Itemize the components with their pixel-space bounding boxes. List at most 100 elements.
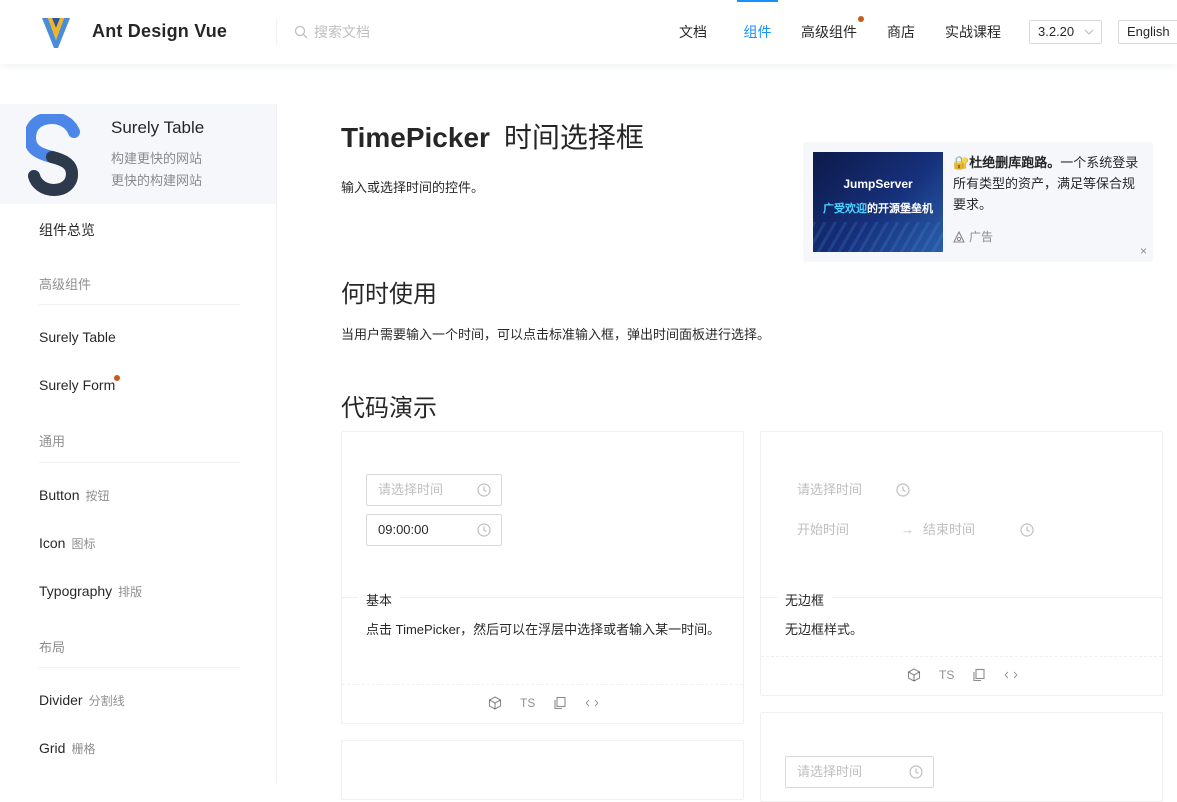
clock-icon [477,483,491,497]
time-picker-placeholder: 请选择时间 [797,482,863,497]
page-lead: 输入或选择时间的控件。 [341,180,485,195]
sidebar-item-label: Typography [39,583,113,599]
sidebar-item-grid[interactable]: Grid 栅格 [39,740,95,757]
surely-table-promo[interactable]: Surely Table 构建更快的网站 更快的构建网站 [0,104,276,204]
search-box[interactable]: 搜索文档 [294,22,370,42]
codesandbox-icon[interactable] [488,696,502,710]
sidebar-item-surely-table[interactable]: Surely Table [39,329,116,345]
copy-icon[interactable] [972,668,986,682]
clock-icon [896,483,910,497]
clock-icon [477,523,491,537]
ad-headline: 杜绝删库跑路。 [969,155,1061,170]
page-title-en: TimePicker [341,122,490,153]
demo-description: 点击 TimePicker，然后可以在浮层中选择或者输入某一时间。 [366,622,721,637]
time-picker[interactable]: 请选择时间 [785,756,934,788]
section-when-to-use: 何时使用 [341,281,437,308]
sidebar-item-typography[interactable]: Typography 排版 [39,583,142,600]
new-badge-dot [858,16,864,22]
sidebar-item-icon[interactable]: Icon 图标 [39,535,95,552]
ad-tag-label: 广告 [969,230,994,244]
range-end-placeholder[interactable]: 结束时间 [923,515,975,545]
sidebar-divider [39,667,240,668]
nav-docs[interactable]: 文档 [679,0,707,64]
time-picker-placeholder: 请选择时间 [797,764,863,779]
demo-actions: TS [488,696,599,710]
sidebar-group-general: 通用 [39,434,66,449]
ad-image[interactable]: JumpServer 广受欢迎的开源堡垒机 [813,152,943,252]
surely-table-logo [26,114,80,196]
nav-advanced-components[interactable]: 高级组件 [801,0,857,64]
ad-image-brand: JumpServer [843,177,913,191]
sidebar-group-advanced: 高级组件 [39,277,92,292]
language-button[interactable]: English [1118,20,1177,44]
version-select[interactable]: 3.2.20 [1029,20,1102,44]
demo-card-basic: 请选择时间 09:00:00 基本 点击 TimePicker，然后可以在浮层中… [341,431,744,724]
promo-title: Surely Table [111,118,205,137]
demo-title[interactable]: 无边框 [777,590,833,609]
time-picker-placeholder: 请选择时间 [378,482,444,497]
codesandbox-icon[interactable] [907,668,921,682]
sidebar-item-sublabel: 分割线 [88,694,125,708]
sidebar-item-sublabel: 排版 [118,585,143,599]
sidebar-group-layout: 布局 [39,640,66,655]
ant-design-vue-logo[interactable] [40,14,72,50]
search-icon [294,25,308,39]
ad-tag: 广告 [953,228,993,245]
demo-description: 无边框样式。 [785,622,864,637]
time-picker-value: 09:00:00 [378,522,429,537]
ad-image-tagline: 广受欢迎的开源堡垒机 [823,203,933,215]
search-input[interactable]: 搜索文档 [314,22,370,42]
page-title: TimePicker 时间选择框 [341,116,644,156]
sidebar-item-sublabel: 栅格 [71,742,96,756]
card-dashed-divider [761,656,1162,657]
demo-actions: TS [907,668,1018,682]
nav-courses[interactable]: 实战课程 [945,0,1001,64]
demo-card-borderless: 请选择时间 开始时间 → 结束时间 无边框 无边框样式。 TS [760,431,1163,696]
copy-icon[interactable] [553,696,567,710]
borderless-time-picker[interactable]: 请选择时间 [785,474,921,506]
ad-card[interactable]: JumpServer 广受欢迎的开源堡垒机 🔐杜绝删库跑路。一个系统登录所有类型… [803,142,1153,262]
demo-title[interactable]: 基本 [358,590,401,609]
demo-card-partial [341,740,744,800]
sidebar-item-surely-form[interactable]: Surely Form [39,377,115,393]
ad-text[interactable]: 🔐杜绝删库跑路。一个系统登录所有类型的资产，满足等保合规要求。 [953,152,1141,215]
sidebar: Surely Table 构建更快的网站 更快的构建网站 组件总览 高级组件 S… [0,104,277,783]
arrow-right-icon: → [901,522,914,537]
sidebar-divider [39,304,240,305]
ad-triangle-icon [953,230,965,243]
sidebar-item-label: Grid [39,740,66,756]
section-examples: 代码演示 [341,395,437,422]
close-icon[interactable]: × [1140,244,1147,258]
clock-icon [1020,523,1034,537]
code-expand-icon[interactable] [1004,668,1018,682]
typescript-toggle[interactable]: TS [939,668,954,682]
sidebar-item-button[interactable]: Button 按钮 [39,487,110,504]
promo-line-2: 更快的构建网站 [111,173,203,188]
time-picker-with-value[interactable]: 09:00:00 [366,514,502,546]
nav-store[interactable]: 商店 [887,0,915,64]
language-label: English [1127,24,1170,39]
sidebar-item-sublabel: 图标 [71,537,96,551]
nav-components[interactable]: 组件 [737,0,778,64]
sidebar-item-divider[interactable]: Divider 分割线 [39,692,125,709]
borderless-time-range-picker[interactable]: 开始时间 → 结束时间 [785,514,1045,546]
sidebar-item-overview[interactable]: 组件总览 [39,220,95,240]
version-value: 3.2.20 [1038,24,1075,39]
top-header: Ant Design Vue 搜索文档 文档 组件 高级组件 商店 实战课程 3… [0,0,1177,64]
typescript-toggle[interactable]: TS [520,696,535,710]
brand-name[interactable]: Ant Design Vue [92,21,227,42]
sidebar-item-sublabel: 按钮 [85,489,110,503]
header-divider [276,20,277,44]
time-picker[interactable]: 请选择时间 [366,474,502,506]
promo-line-1: 构建更快的网站 [111,151,203,166]
page-title-cn: 时间选择框 [503,122,644,153]
sidebar-item-label: Button [39,487,80,503]
clock-icon [909,765,923,779]
chevron-down-icon [1084,29,1094,35]
code-expand-icon[interactable] [585,696,599,710]
demo-card-partial: 请选择时间 [760,712,1163,802]
sidebar-item-label: Divider [39,692,83,708]
card-dashed-divider [342,684,743,685]
ad-emoji-icon: 🔐 [953,155,970,170]
range-start-placeholder[interactable]: 开始时间 [797,522,849,537]
